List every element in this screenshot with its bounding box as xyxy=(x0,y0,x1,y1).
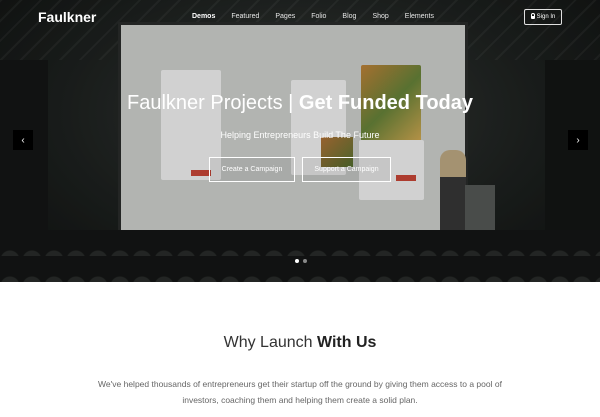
section-title: Why Launch With Us xyxy=(0,334,600,352)
section-description: We've helped thousands of entrepreneurs … xyxy=(98,379,502,405)
slider-next-button[interactable]: › xyxy=(568,130,588,150)
hero-title-bold: Get Funded Today xyxy=(298,92,473,114)
slider-prev-button[interactable]: ‹ xyxy=(13,130,33,150)
nav-item-shop[interactable]: Shop xyxy=(372,13,388,20)
sign-in-label: Sign In xyxy=(536,14,556,20)
slider-dot[interactable] xyxy=(303,259,307,263)
hero-slider: Faulkner Demos Featured Pages Folio Blog… xyxy=(0,0,600,282)
hero-title-light: Faulkner Projects | xyxy=(126,92,299,114)
section-title-light: Why Launch xyxy=(223,334,317,351)
chevron-right-icon: › xyxy=(576,134,580,146)
nav-item-blog[interactable]: Blog xyxy=(342,13,356,20)
support-campaign-button[interactable]: Support a Campaign xyxy=(302,157,391,182)
slider-dot[interactable] xyxy=(295,259,299,263)
nav-item-folio[interactable]: Folio xyxy=(311,13,326,20)
nav-item-demos[interactable]: Demos xyxy=(192,13,215,20)
hero-subtitle: Helping Entrepreneurs Build The Future xyxy=(220,130,380,140)
chevron-left-icon: ‹ xyxy=(21,134,25,146)
section-title-bold: With Us xyxy=(316,334,377,351)
main-nav: Demos Featured Pages Folio Blog Shop Ele… xyxy=(192,13,450,20)
sign-in-button[interactable]: Sign In xyxy=(524,9,562,25)
hero-overlay xyxy=(0,0,600,282)
nav-item-pages[interactable]: Pages xyxy=(275,13,295,20)
create-campaign-button[interactable]: Create a Campaign xyxy=(209,157,295,182)
hero-title: Faulkner Projects | Get Funded Today xyxy=(0,92,600,115)
nav-item-elements[interactable]: Elements xyxy=(405,13,434,20)
site-logo[interactable]: Faulkner xyxy=(38,9,96,25)
slider-dots xyxy=(295,259,307,263)
lock-icon xyxy=(530,13,536,19)
nav-item-featured[interactable]: Featured xyxy=(231,13,259,20)
